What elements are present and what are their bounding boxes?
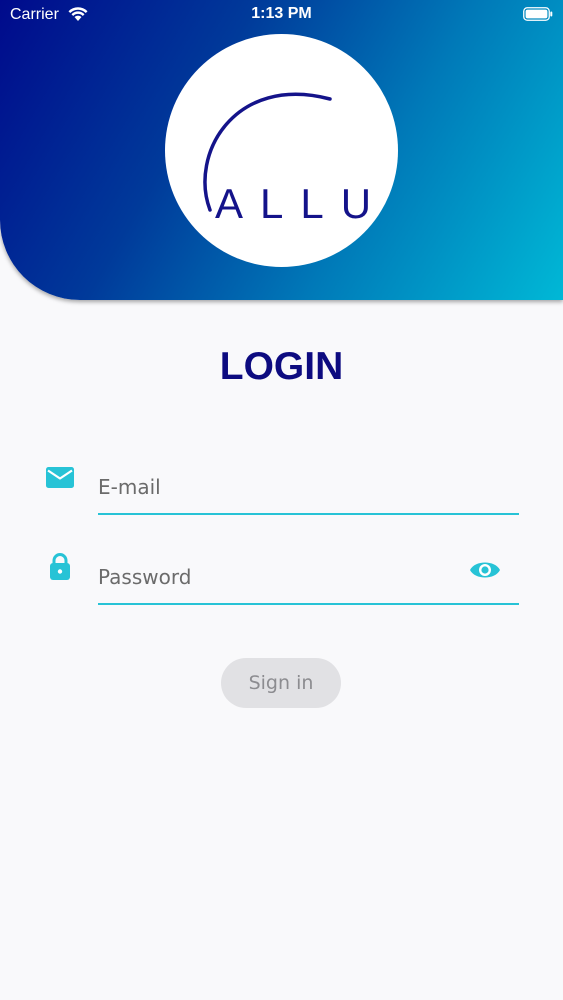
email-field[interactable]: [98, 463, 519, 515]
logo: ALLU: [165, 34, 398, 267]
status-bar: Carrier 1:13 PM: [0, 0, 563, 30]
eye-icon[interactable]: [469, 557, 501, 583]
sign-in-button[interactable]: Sign in: [221, 658, 341, 708]
email-input[interactable]: [98, 475, 458, 499]
battery-icon: [523, 7, 553, 21]
password-input[interactable]: [98, 565, 458, 589]
clock: 1:13 PM: [251, 5, 312, 22]
logo-arc-icon: [203, 92, 332, 212]
header-banner: Carrier 1:13 PM ALLU: [0, 0, 563, 300]
logo-text: ALLU: [215, 180, 389, 227]
lock-icon: [50, 553, 70, 580]
page-title: LOGIN: [219, 345, 344, 388]
mail-icon: [46, 467, 74, 488]
password-field[interactable]: [98, 553, 519, 605]
